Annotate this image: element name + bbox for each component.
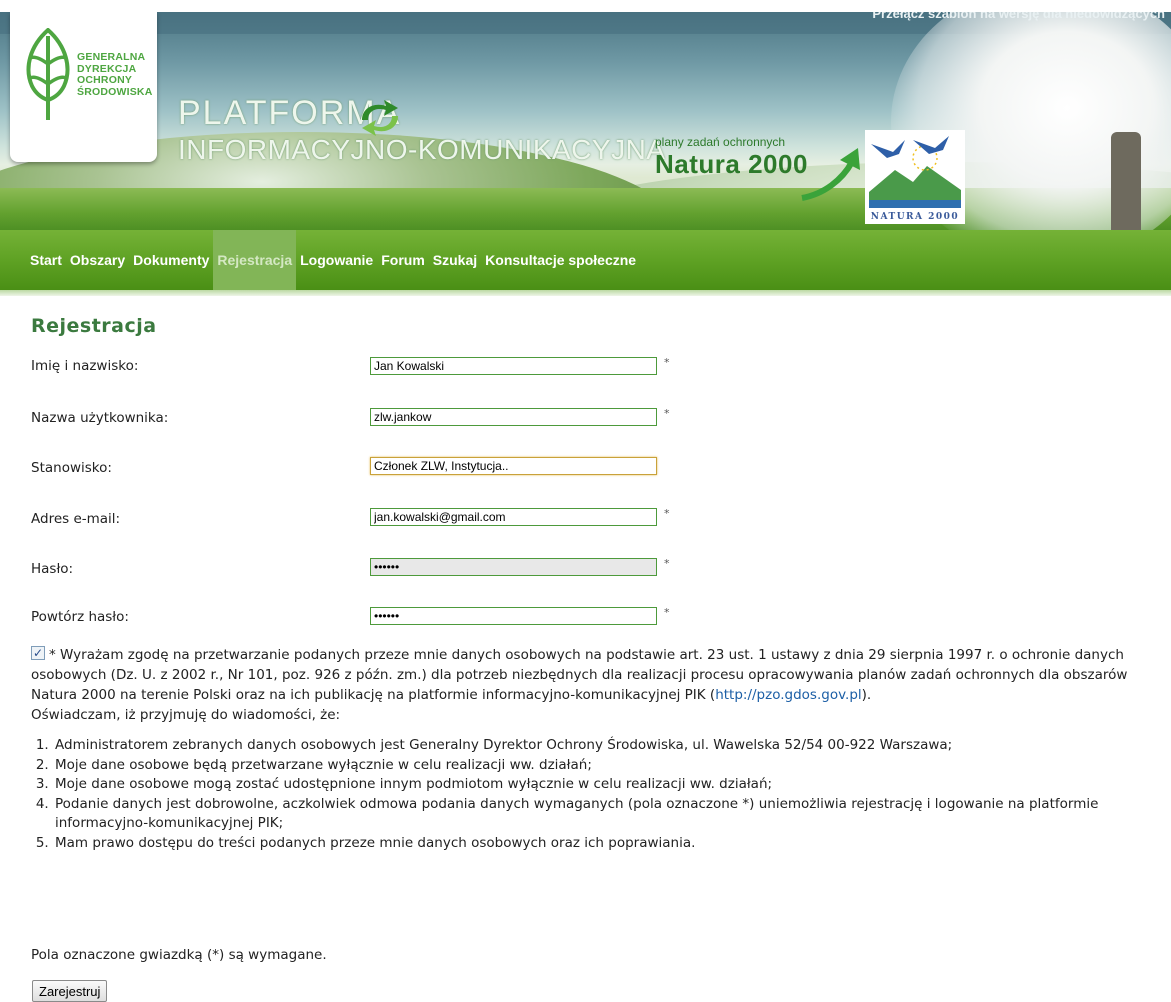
list-item: Moje dane osobowe będą przetwarzane wyłą… <box>53 756 1151 776</box>
nav-shadow <box>0 290 1171 296</box>
logo-text: GENERALNA DYREKCJA OCHRONY ŚRODOWISKA <box>77 51 157 98</box>
nav-item-start[interactable]: Start <box>26 230 66 290</box>
platform-subtitle: INFORMACYJNO-KOMUNIKACYJNA <box>178 134 666 165</box>
required-star: * <box>664 407 670 420</box>
consent-text-end: ). <box>861 687 872 703</box>
position-input[interactable] <box>370 457 657 475</box>
nav-item-obszary[interactable]: Obszary <box>66 230 129 290</box>
email-input[interactable] <box>370 508 657 526</box>
accessibility-switch-link[interactable]: Przełącz szablon na wersję dla niedowidz… <box>872 12 1165 21</box>
logo-line: OCHRONY <box>77 74 133 86</box>
consent-checkbox[interactable] <box>31 643 45 663</box>
list-item: Administratorem zebranych danych osobowy… <box>53 736 1151 756</box>
password-label: Hasło: <box>31 561 74 577</box>
username-input[interactable] <box>370 408 657 426</box>
nav-item-konsultacje[interactable]: Konsultacje społeczne <box>481 230 640 290</box>
required-note: Pola oznaczone gwiazdką (*) są wymagane. <box>31 947 327 963</box>
username-label: Nazwa użytkownika: <box>31 410 169 426</box>
green-arrow-icon <box>801 148 860 201</box>
natura-small-text: plany zadań ochronnych <box>655 135 786 149</box>
logo-line: ŚRODOWISKA <box>77 85 153 98</box>
nav-item-forum[interactable]: Forum <box>377 230 429 290</box>
birds-icon <box>869 136 961 208</box>
header-banner: Przełącz szablon na wersję dla niedowidz… <box>0 12 1171 230</box>
consent-paragraph: * Wyrażam zgodę na przetwarzanie podanyc… <box>31 643 1151 705</box>
nav-item-rejestracja[interactable]: Rejestracja <box>213 230 297 290</box>
password-input[interactable] <box>370 558 657 576</box>
nav-item-szukaj[interactable]: Szukaj <box>429 230 481 290</box>
list-item: Moje dane osobowe mogą zostać udostępnio… <box>53 775 1151 795</box>
rules-list: Administratorem zebranych danych osobowy… <box>31 736 1151 854</box>
pzo-link[interactable]: http://pzo.gdos.gov.pl <box>715 687 861 703</box>
natura-logo-caption: NATURA 2000 <box>870 212 960 222</box>
natura-2000-logo: NATURA 2000 <box>865 130 965 224</box>
consent-section: * Wyrażam zgodę na przetwarzanie podanyc… <box>31 643 1151 854</box>
tree-trunk <box>1111 132 1141 230</box>
required-star: * <box>664 507 670 520</box>
consent-text: * Wyrażam zgodę na przetwarzanie podanyc… <box>31 647 1128 703</box>
list-item: Podanie danych jest dobrowolne, aczkolwi… <box>53 795 1151 834</box>
gdos-logo[interactable]: GENERALNA DYREKCJA OCHRONY ŚRODOWISKA <box>10 12 157 162</box>
nav-item-logowanie[interactable]: Logowanie <box>296 230 377 290</box>
logo-line: GENERALNA <box>77 51 146 63</box>
required-star: * <box>664 356 670 369</box>
natura-big-text: Natura 2000 <box>655 149 808 179</box>
statement-text: Oświadczam, iż przyjmuję do wiadomości, … <box>31 707 341 723</box>
register-button[interactable]: Zarejestruj <box>32 980 108 1002</box>
required-star: * <box>664 557 670 570</box>
position-label: Stanowisko: <box>31 460 112 476</box>
email-label: Adres e-mail: <box>31 511 121 527</box>
sync-arrows-icon <box>362 100 398 136</box>
leaf-logo-icon <box>26 28 70 120</box>
list-item: Mam prawo dostępu do treści podanych prz… <box>53 834 1151 854</box>
main-nav: Start Obszary Dokumenty Rejestracja Logo… <box>0 230 1171 290</box>
natura-tagline: plany zadań ochronnych Natura 2000 <box>655 135 808 180</box>
password-repeat-label: Powtórz hasło: <box>31 609 129 625</box>
fullname-input[interactable] <box>370 357 657 375</box>
required-star: * <box>664 606 670 619</box>
password-repeat-input[interactable] <box>370 607 657 625</box>
fullname-label: Imię i nazwisko: <box>31 358 139 374</box>
nav-item-dokumenty[interactable]: Dokumenty <box>129 230 213 290</box>
page-title: Rejestracja <box>31 315 157 337</box>
